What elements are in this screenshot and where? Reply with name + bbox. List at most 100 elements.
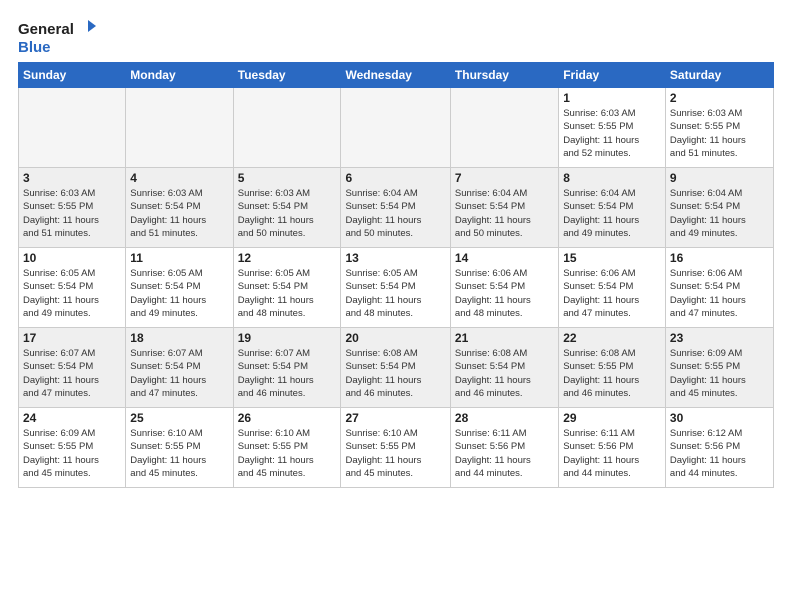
day-number: 20 <box>345 331 445 345</box>
calendar-cell <box>341 88 450 168</box>
day-info: Sunrise: 6:03 AM Sunset: 5:54 PM Dayligh… <box>238 187 337 240</box>
day-number: 12 <box>238 251 337 265</box>
calendar-cell: 29 Sunrise: 6:11 AM Sunset: 5:56 PM Dayli… <box>559 408 666 488</box>
day-info: Sunrise: 6:04 AM Sunset: 5:54 PM Dayligh… <box>563 187 661 240</box>
day-number: 22 <box>563 331 661 345</box>
calendar-cell: 9 Sunrise: 6:04 AM Sunset: 5:54 PM Daylig… <box>665 168 773 248</box>
day-number: 15 <box>563 251 661 265</box>
calendar-week-row: 3 Sunrise: 6:03 AM Sunset: 5:55 PM Daylig… <box>19 168 774 248</box>
day-info: Sunrise: 6:03 AM Sunset: 5:55 PM Dayligh… <box>563 107 661 160</box>
day-info: Sunrise: 6:10 AM Sunset: 5:55 PM Dayligh… <box>130 427 228 480</box>
calendar-cell: 12 Sunrise: 6:05 AM Sunset: 5:54 PM Dayli… <box>233 248 341 328</box>
calendar-cell: 10 Sunrise: 6:05 AM Sunset: 5:54 PM Dayli… <box>19 248 126 328</box>
day-number: 3 <box>23 171 121 185</box>
calendar-cell <box>233 88 341 168</box>
day-info: Sunrise: 6:08 AM Sunset: 5:55 PM Dayligh… <box>563 347 661 400</box>
day-number: 8 <box>563 171 661 185</box>
weekday-header: Sunday <box>19 63 126 88</box>
day-info: Sunrise: 6:10 AM Sunset: 5:55 PM Dayligh… <box>345 427 445 480</box>
weekday-header: Monday <box>126 63 233 88</box>
page: General Blue SundayMondayTuesdayWednesda… <box>0 0 792 498</box>
calendar-cell: 30 Sunrise: 6:12 AM Sunset: 5:56 PM Dayli… <box>665 408 773 488</box>
calendar-cell: 18 Sunrise: 6:07 AM Sunset: 5:54 PM Dayli… <box>126 328 233 408</box>
day-info: Sunrise: 6:06 AM Sunset: 5:54 PM Dayligh… <box>563 267 661 320</box>
calendar-cell: 26Sunrise: 6:10 AM Sunset: 5:55 PM Dayli… <box>233 408 341 488</box>
day-number: 30 <box>670 411 769 425</box>
day-info: Sunrise: 6:09 AM Sunset: 5:55 PM Dayligh… <box>670 347 769 400</box>
day-info: Sunrise: 6:07 AM Sunset: 5:54 PM Dayligh… <box>130 347 228 400</box>
calendar-cell: 8 Sunrise: 6:04 AM Sunset: 5:54 PM Daylig… <box>559 168 666 248</box>
day-number: 26 <box>238 411 337 425</box>
calendar-cell: 17Sunrise: 6:07 AM Sunset: 5:54 PM Dayli… <box>19 328 126 408</box>
calendar-week-row: 17 Sunrise: 6:07 AM Sunset: 5:54 PM Dayli… <box>19 328 774 408</box>
day-info: Sunrise: 6:03 AM Sunset: 5:55 PM Dayligh… <box>670 107 769 160</box>
day-info: Sunrise: 6:12 AM Sunset: 5:56 PM Dayligh… <box>670 427 769 480</box>
day-number: 14 <box>455 251 554 265</box>
day-number: 6 <box>345 171 445 185</box>
logo-icon: General Blue <box>18 18 98 56</box>
weekday-header: Wednesday <box>341 63 450 88</box>
calendar-cell: 24 Sunrise: 6:09 AM Sunset: 5:55 PM Dayli… <box>19 408 126 488</box>
calendar-cell: 22 Sunrise: 6:08 AM Sunset: 5:55 PM Dayli… <box>559 328 666 408</box>
day-info: Sunrise: 6:03 AM Sunset: 5:55 PM Dayligh… <box>23 187 121 240</box>
weekday-header: Friday <box>559 63 666 88</box>
calendar-cell: 7 Sunrise: 6:04 AM Sunset: 5:54 PM Daylig… <box>450 168 558 248</box>
calendar-week-row: 10 Sunrise: 6:05 AM Sunset: 5:54 PM Dayli… <box>19 248 774 328</box>
day-number: 17 <box>23 331 121 345</box>
calendar-cell: 13 Sunrise: 6:05 AM Sunset: 5:54 PM Dayli… <box>341 248 450 328</box>
day-info: Sunrise: 6:11 AM Sunset: 5:56 PM Dayligh… <box>455 427 554 480</box>
day-info: Sunrise: 6:08 AM Sunset: 5:54 PM Dayligh… <box>345 347 445 400</box>
day-number: 24 <box>23 411 121 425</box>
calendar-week-row: 24 Sunrise: 6:09 AM Sunset: 5:55 PM Dayli… <box>19 408 774 488</box>
calendar-cell: 19Sunrise: 6:07 AM Sunset: 5:54 PM Dayli… <box>233 328 341 408</box>
calendar-cell: 25 Sunrise: 6:10 AM Sunset: 5:55 PM Dayli… <box>126 408 233 488</box>
weekday-header: Thursday <box>450 63 558 88</box>
day-number: 28 <box>455 411 554 425</box>
day-info: Sunrise: 6:04 AM Sunset: 5:54 PM Dayligh… <box>670 187 769 240</box>
day-info: Sunrise: 6:06 AM Sunset: 5:54 PM Dayligh… <box>455 267 554 320</box>
calendar-cell: 15 Sunrise: 6:06 AM Sunset: 5:54 PM Dayli… <box>559 248 666 328</box>
calendar-cell: 11Sunrise: 6:05 AM Sunset: 5:54 PM Dayli… <box>126 248 233 328</box>
day-number: 25 <box>130 411 228 425</box>
day-number: 23 <box>670 331 769 345</box>
calendar-cell: 23 Sunrise: 6:09 AM Sunset: 5:55 PM Dayli… <box>665 328 773 408</box>
calendar-cell: 21Sunrise: 6:08 AM Sunset: 5:54 PM Dayli… <box>450 328 558 408</box>
calendar-cell: 5Sunrise: 6:03 AM Sunset: 5:54 PM Daylig… <box>233 168 341 248</box>
day-number: 27 <box>345 411 445 425</box>
calendar-cell: 1 Sunrise: 6:03 AM Sunset: 5:55 PM Daylig… <box>559 88 666 168</box>
day-number: 18 <box>130 331 228 345</box>
day-info: Sunrise: 6:06 AM Sunset: 5:54 PM Dayligh… <box>670 267 769 320</box>
day-info: Sunrise: 6:05 AM Sunset: 5:54 PM Dayligh… <box>130 267 228 320</box>
calendar-cell: 6 Sunrise: 6:04 AM Sunset: 5:54 PM Daylig… <box>341 168 450 248</box>
day-number: 29 <box>563 411 661 425</box>
day-number: 1 <box>563 91 661 105</box>
day-info: Sunrise: 6:11 AM Sunset: 5:56 PM Dayligh… <box>563 427 661 480</box>
day-number: 21 <box>455 331 554 345</box>
calendar-cell: 28 Sunrise: 6:11 AM Sunset: 5:56 PM Dayli… <box>450 408 558 488</box>
day-number: 4 <box>130 171 228 185</box>
logo: General Blue <box>18 18 98 56</box>
calendar-cell: 20 Sunrise: 6:08 AM Sunset: 5:54 PM Dayli… <box>341 328 450 408</box>
day-info: Sunrise: 6:05 AM Sunset: 5:54 PM Dayligh… <box>345 267 445 320</box>
day-info: Sunrise: 6:04 AM Sunset: 5:54 PM Dayligh… <box>345 187 445 240</box>
calendar: SundayMondayTuesdayWednesdayThursdayFrid… <box>18 62 774 488</box>
day-info: Sunrise: 6:09 AM Sunset: 5:55 PM Dayligh… <box>23 427 121 480</box>
day-info: Sunrise: 6:05 AM Sunset: 5:54 PM Dayligh… <box>238 267 337 320</box>
calendar-cell: 2Sunrise: 6:03 AM Sunset: 5:55 PM Daylig… <box>665 88 773 168</box>
calendar-cell: 16Sunrise: 6:06 AM Sunset: 5:54 PM Dayli… <box>665 248 773 328</box>
svg-text:Blue: Blue <box>18 39 51 56</box>
day-number: 9 <box>670 171 769 185</box>
svg-text:General: General <box>18 21 74 38</box>
day-number: 7 <box>455 171 554 185</box>
day-number: 10 <box>23 251 121 265</box>
calendar-cell: 4Sunrise: 6:03 AM Sunset: 5:54 PM Daylig… <box>126 168 233 248</box>
day-number: 13 <box>345 251 445 265</box>
day-info: Sunrise: 6:07 AM Sunset: 5:54 PM Dayligh… <box>238 347 337 400</box>
day-info: Sunrise: 6:04 AM Sunset: 5:54 PM Dayligh… <box>455 187 554 240</box>
day-info: Sunrise: 6:05 AM Sunset: 5:54 PM Dayligh… <box>23 267 121 320</box>
header: General Blue <box>18 18 774 56</box>
calendar-cell <box>450 88 558 168</box>
calendar-cell: 27 Sunrise: 6:10 AM Sunset: 5:55 PM Dayli… <box>341 408 450 488</box>
calendar-cell <box>19 88 126 168</box>
calendar-week-row: 1 Sunrise: 6:03 AM Sunset: 5:55 PM Daylig… <box>19 88 774 168</box>
